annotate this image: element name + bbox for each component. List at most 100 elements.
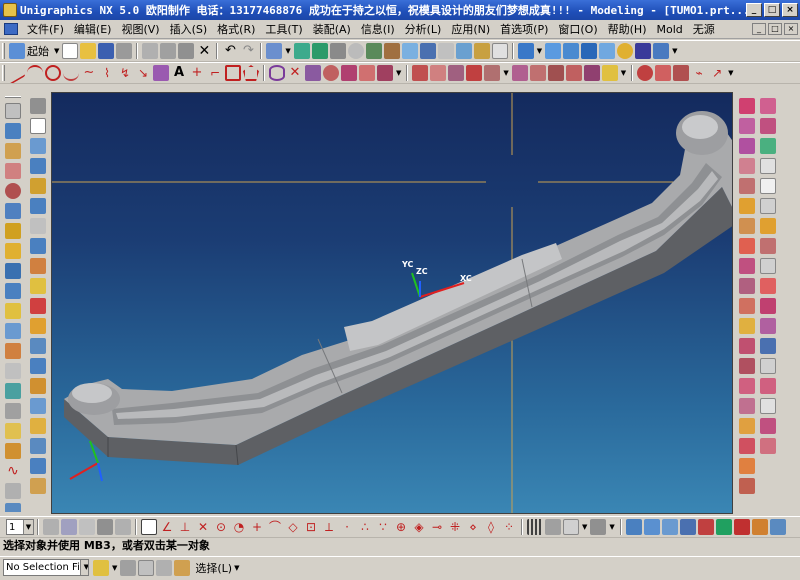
soft-blend-icon[interactable] xyxy=(760,118,776,134)
start-icon[interactable] xyxy=(9,43,25,59)
right-boss-top[interactable] xyxy=(682,115,718,139)
snap-intersection-icon[interactable]: ✕ xyxy=(195,519,211,535)
visible-in-view-icon[interactable] xyxy=(61,519,77,535)
layer-settings-icon[interactable] xyxy=(43,519,59,535)
maximize-button[interactable]: □ xyxy=(764,3,780,17)
shaded-icon[interactable] xyxy=(401,43,418,59)
refit-icon[interactable] xyxy=(739,458,755,474)
hole-icon[interactable] xyxy=(5,283,21,299)
sweep-icon[interactable] xyxy=(5,163,21,179)
quilt-icon[interactable] xyxy=(739,318,755,334)
studio-surface-icon[interactable] xyxy=(760,178,776,194)
layer-dropdown-icon[interactable]: ▼ xyxy=(672,47,677,55)
mirror-face-icon[interactable] xyxy=(760,418,776,434)
menu-edit[interactable]: 编辑(E) xyxy=(69,21,117,37)
bounded-plane-icon[interactable] xyxy=(30,418,46,434)
surface-icon[interactable] xyxy=(739,98,755,114)
offset-curve-icon[interactable]: ↘ xyxy=(135,65,151,81)
curve-length-icon[interactable] xyxy=(529,65,546,81)
swept-surface-icon[interactable] xyxy=(739,158,755,174)
menu-information[interactable]: 信息(I) xyxy=(356,21,400,37)
synchronous-icon[interactable] xyxy=(760,298,776,314)
view-orient-dropdown-icon[interactable]: ▼ xyxy=(537,47,542,55)
unite-icon[interactable] xyxy=(5,423,21,439)
print-icon[interactable] xyxy=(116,43,133,59)
select-dropdown-icon[interactable]: ▼ xyxy=(285,47,290,55)
groove-icon[interactable] xyxy=(5,383,21,399)
curvature-comb-icon[interactable] xyxy=(655,65,672,81)
layer-icon[interactable] xyxy=(653,43,670,59)
selection-scope-icon[interactable] xyxy=(93,559,109,576)
match-edge-icon[interactable] xyxy=(739,418,755,434)
fillet-icon[interactable] xyxy=(63,65,79,81)
wrap-icon[interactable] xyxy=(430,65,447,81)
snap-pole-icon[interactable]: ∴ xyxy=(357,519,373,535)
close-button[interactable]: × xyxy=(782,3,798,17)
redo-icon[interactable]: ↷ xyxy=(240,43,256,59)
select-menu-dropdown-icon[interactable]: ▼ xyxy=(234,564,239,572)
analysis-dropdown-icon[interactable]: ▼ xyxy=(728,69,733,77)
offset-face-icon[interactable] xyxy=(30,218,46,234)
face-analysis-icon[interactable] xyxy=(455,43,472,59)
move-face-icon[interactable] xyxy=(760,218,776,234)
work-layer-select[interactable]: 1 ▼ xyxy=(6,519,34,535)
object-info-icon[interactable] xyxy=(751,519,768,535)
snap-endpoint-icon[interactable] xyxy=(141,519,157,535)
section-surface-icon[interactable] xyxy=(739,178,755,194)
menu-window[interactable]: 窗口(O) xyxy=(553,21,602,37)
open-folder-icon[interactable] xyxy=(80,43,97,59)
menu-passive[interactable]: 无源 xyxy=(688,21,720,37)
reverse-icon[interactable]: ↗ xyxy=(709,65,725,81)
layer-category-icon[interactable] xyxy=(79,519,95,535)
rotate-icon[interactable] xyxy=(347,43,364,59)
menu-tools[interactable]: 工具(T) xyxy=(260,21,307,37)
undo-icon[interactable]: ↶ xyxy=(222,43,238,59)
menu-analysis[interactable]: 分析(L) xyxy=(400,21,447,37)
mirror-feature-icon[interactable] xyxy=(30,278,46,294)
extrude-icon[interactable] xyxy=(5,123,21,139)
snap-tangent-icon[interactable]: ⟂ xyxy=(321,519,337,535)
save-icon[interactable] xyxy=(98,43,115,59)
pan-icon[interactable] xyxy=(329,43,346,59)
edge-blend-icon[interactable] xyxy=(30,138,46,154)
grid-icon[interactable] xyxy=(527,519,543,535)
quick-pick-icon[interactable] xyxy=(174,559,191,576)
text-icon[interactable]: A xyxy=(171,65,187,81)
menu-insert[interactable]: 插入(S) xyxy=(165,21,213,37)
cylinder-icon[interactable] xyxy=(5,223,21,239)
promote-icon[interactable] xyxy=(30,358,46,374)
selection-scope-dropdown-icon[interactable]: ▼ xyxy=(112,564,117,572)
filter-icon[interactable] xyxy=(563,519,579,535)
toolbar-grip[interactable] xyxy=(5,96,21,98)
render-icon[interactable] xyxy=(617,43,634,59)
sew-icon[interactable] xyxy=(30,298,46,314)
rectangle-icon[interactable] xyxy=(225,65,241,81)
global-shaping-icon[interactable] xyxy=(739,338,755,354)
deselect-all-icon[interactable] xyxy=(138,559,155,576)
select-all-icon[interactable] xyxy=(156,559,173,576)
patch-icon[interactable] xyxy=(30,318,46,334)
measure-icon[interactable] xyxy=(733,519,750,535)
bridge-icon[interactable] xyxy=(305,65,321,81)
project-icon[interactable] xyxy=(341,65,357,81)
circle-icon[interactable] xyxy=(45,65,61,81)
snap-quad-icon[interactable]: ◊ xyxy=(483,519,499,535)
select-menu-button[interactable]: 选择(L) xyxy=(195,560,232,576)
refresh-icon[interactable] xyxy=(365,43,382,59)
point-set-icon[interactable]: ⌐ xyxy=(207,65,223,81)
snap-pt-icon[interactable]: ⁘ xyxy=(501,519,517,535)
front-view-icon[interactable] xyxy=(581,43,598,59)
cut-face-icon[interactable] xyxy=(760,378,776,394)
sketch-icon[interactable] xyxy=(5,103,21,119)
thread-icon[interactable]: ∿ xyxy=(5,463,21,479)
pad-icon[interactable] xyxy=(5,343,21,359)
pattern-icon[interactable] xyxy=(153,65,169,81)
chamfer-icon[interactable] xyxy=(30,158,46,174)
degree-icon[interactable] xyxy=(739,438,755,454)
silhouette-icon[interactable] xyxy=(760,158,776,174)
snap-extension-icon[interactable]: ⊸ xyxy=(429,519,445,535)
law-extension-icon[interactable] xyxy=(739,218,755,234)
wcs-rotate-icon[interactable] xyxy=(661,519,678,535)
revolve-icon[interactable] xyxy=(5,143,21,159)
snap-bounded-icon[interactable]: ⊡ xyxy=(303,519,319,535)
